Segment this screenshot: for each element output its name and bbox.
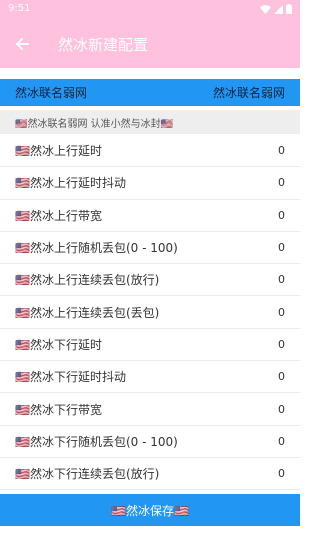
list-item-value: 0 xyxy=(278,176,285,190)
save-button[interactable]: 🇺🇸然冰保存🇺🇸 xyxy=(0,494,300,526)
list-item[interactable]: 🇺🇸然冰下行随机丢包(0 - 100) 0 xyxy=(0,425,300,458)
status-time: 9:51 xyxy=(8,3,31,14)
list-item[interactable]: 🇺🇸然冰下行延时 0 xyxy=(0,328,300,362)
hint-row: 🇺🇸然冰联名弱网 认准小然与冰封🇺🇸 xyxy=(0,110,300,134)
list-item-value: 0 xyxy=(278,337,285,351)
list-item[interactable]: 🇺🇸然冰上行随机丢包(0 - 100) 0 xyxy=(0,231,300,265)
list-item[interactable]: 🇺🇸然冰上行延时抖动 0 xyxy=(0,167,300,200)
list-item[interactable]: 🇺🇸然冰下行连续丢包(放行) 0 xyxy=(0,457,300,491)
save-button-label: 🇺🇸然冰保存🇺🇸 xyxy=(111,503,189,518)
list-item-label: 🇺🇸然冰上行连续丢包(丢包) xyxy=(15,305,160,320)
status-icons xyxy=(260,4,292,14)
list-item-value: 0 xyxy=(278,434,285,448)
list-item[interactable]: 🇺🇸然冰上行连续丢包(丢包) 0 xyxy=(0,296,300,329)
list-item-value: 0 xyxy=(278,273,285,287)
app-bar: 然冰新建配置 xyxy=(0,20,300,68)
list-item[interactable]: 🇺🇸然冰下行带宽 0 xyxy=(0,393,300,426)
list-item-value: 0 xyxy=(278,241,285,255)
back-button[interactable] xyxy=(0,20,44,68)
hint-text: 🇺🇸然冰联名弱网 认准小然与冰封🇺🇸 xyxy=(15,118,174,130)
status-bar: 9:51 xyxy=(0,0,300,20)
group-header-left: 然冰联名弱网 xyxy=(15,86,88,100)
group-header: 然冰联名弱网 然冰联名弱网 xyxy=(0,79,300,106)
list-item[interactable]: 🇺🇸然冰下行延时抖动 0 xyxy=(0,361,300,394)
list-item-value: 0 xyxy=(278,370,285,384)
battery-icon xyxy=(286,4,292,14)
list-item-label: 🇺🇸然冰下行延时 xyxy=(15,337,102,352)
wifi-icon xyxy=(260,4,271,14)
list-item-value: 0 xyxy=(278,144,285,158)
list-item-label: 🇺🇸然冰上行随机丢包(0 - 100) xyxy=(15,241,178,256)
list-item-label: 🇺🇸然冰上行延时 xyxy=(15,144,102,159)
page-title: 然冰新建配置 xyxy=(58,35,149,54)
back-arrow-icon xyxy=(15,37,29,51)
list-item-label: 🇺🇸然冰上行连续丢包(放行) xyxy=(15,273,160,288)
list-item-value: 0 xyxy=(278,305,285,319)
list-item-value: 0 xyxy=(278,467,285,481)
list-item-label: 🇺🇸然冰上行带宽 xyxy=(15,208,102,223)
list-item-label: 🇺🇸然冰下行延时抖动 xyxy=(15,370,126,385)
list-item[interactable]: 🇺🇸然冰上行带宽 0 xyxy=(0,199,300,232)
list-item[interactable]: 🇺🇸然冰上行延时 0 xyxy=(0,135,300,168)
signal-icon xyxy=(274,4,283,14)
settings-list: 🇺🇸然冰上行延时 0 🇺🇸然冰上行延时抖动 0 🇺🇸然冰上行带宽 0 🇺🇸然冰上… xyxy=(0,135,300,491)
list-item[interactable]: 🇺🇸然冰上行连续丢包(放行) 0 xyxy=(0,264,300,297)
list-item-label: 🇺🇸然冰下行连续丢包(放行) xyxy=(15,467,160,482)
list-item-label: 🇺🇸然冰上行延时抖动 xyxy=(15,176,126,191)
list-item-value: 0 xyxy=(278,208,285,222)
list-item-value: 0 xyxy=(278,402,285,416)
group-header-right: 然冰联名弱网 xyxy=(212,86,285,100)
list-item-label: 🇺🇸然冰下行随机丢包(0 - 100) xyxy=(15,434,178,449)
list-item-label: 🇺🇸然冰下行带宽 xyxy=(15,402,102,417)
